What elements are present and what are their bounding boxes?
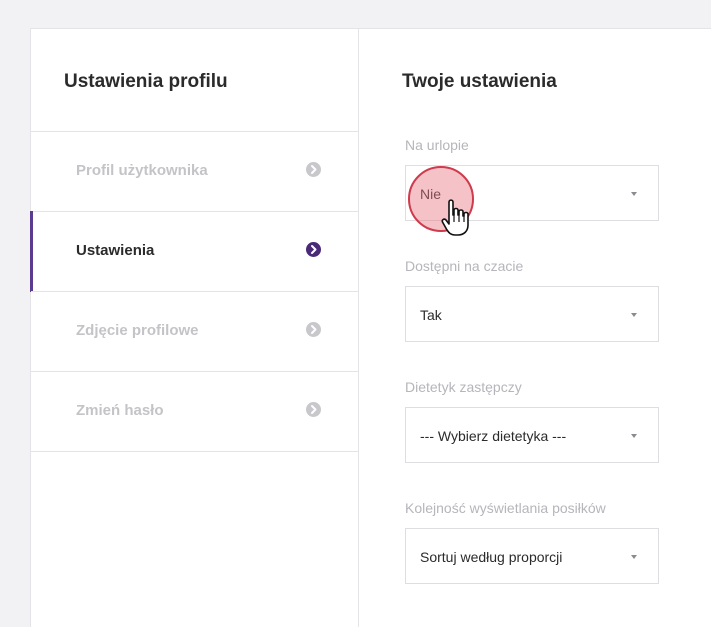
page-title: Twoje ustawienia [402,71,557,92]
field-meal-display-order: Kolejność wyświetlania posiłków Sortuj w… [405,500,659,584]
sidebar: Ustawienia profilu Profil użytkownika Us… [30,29,359,627]
settings-content: Twoje ustawienia Na urlopie Nie Dostępni… [359,29,711,627]
sidebar-menu: Profil użytkownika Ustawienia Zdjęcie pr… [30,131,358,452]
select-value: Tak [420,307,442,323]
caret-down-icon [631,313,637,317]
field-label: Kolejność wyświetlania posiłków [405,500,606,516]
chat-availability-select[interactable]: Tak [405,286,659,342]
chevron-right-circle-icon [306,322,321,337]
settings-card: Ustawienia profilu Profil użytkownika Us… [30,28,711,627]
field-chat-availability: Dostępni na czacie Tak [405,258,659,342]
meal-display-order-select[interactable]: Sortuj według proporcji [405,528,659,584]
select-value: Sortuj według proporcji [420,549,563,565]
select-value: --- Wybierz dietetyka --- [420,428,567,444]
chevron-right-circle-icon [306,162,321,177]
sidebar-item-change-password[interactable]: Zmień hasło [31,371,358,452]
sidebar-item-profile-photo[interactable]: Zdjęcie profilowe [31,291,358,371]
field-label: Dietetyk zastępczy [405,379,522,395]
caret-down-icon [631,434,637,438]
sidebar-title: Ustawienia profilu [64,71,228,92]
substitute-dietitian-select[interactable]: --- Wybierz dietetyka --- [405,407,659,463]
field-substitute-dietitian: Dietetyk zastępczy --- Wybierz dietetyka… [405,379,659,463]
sidebar-item-label: Zmień hasło [76,402,164,419]
hand-pointer-icon [441,199,469,236]
sidebar-item-label: Ustawienia [76,242,155,259]
field-label: Na urlopie [405,137,469,153]
chevron-right-circle-icon [306,242,321,257]
field-label: Dostępni na czacie [405,258,524,274]
sidebar-item-label: Zdjęcie profilowe [76,322,199,339]
caret-down-icon [631,192,637,196]
sidebar-item-label: Profil użytkownika [76,162,208,179]
sidebar-item-settings[interactable]: Ustawienia [30,211,358,292]
sidebar-item-user-profile[interactable]: Profil użytkownika [31,131,358,211]
caret-down-icon [631,555,637,559]
chevron-right-circle-icon [306,402,321,417]
